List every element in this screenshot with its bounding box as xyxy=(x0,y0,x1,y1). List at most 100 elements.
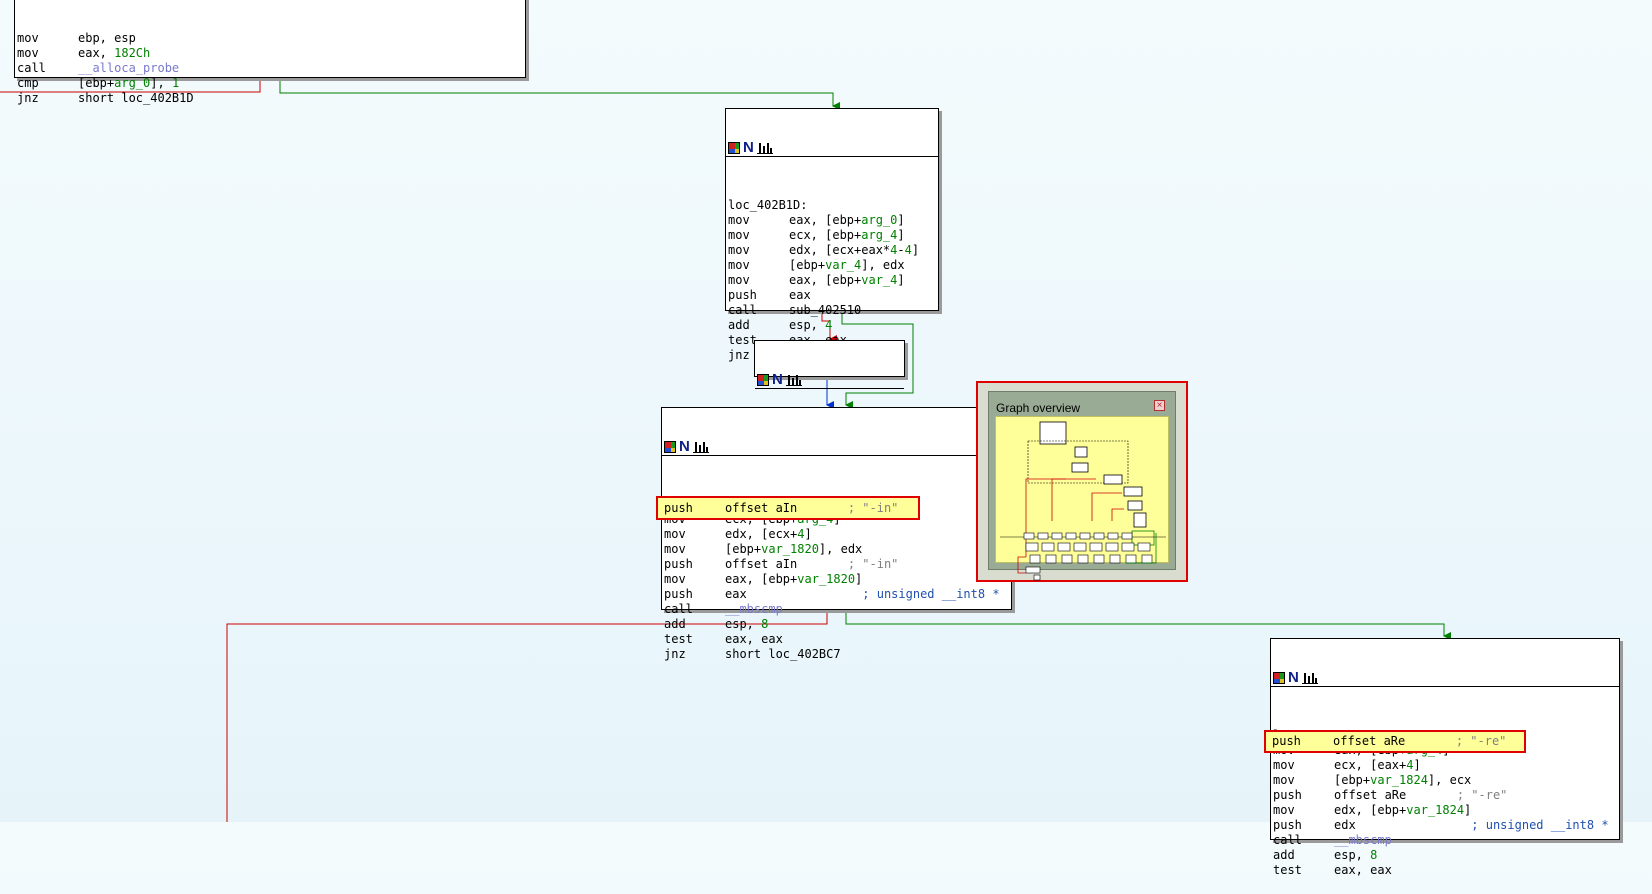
highlight-line-push-ain: push offset aIn ; "-in" xyxy=(664,501,898,516)
mnemonic: push xyxy=(1272,734,1301,748)
graph-overview-frame: Graph overview × xyxy=(988,391,1176,581)
block-group-icon[interactable] xyxy=(756,142,773,154)
operand: ] xyxy=(897,273,905,287)
instruction-line[interactable]: mov [ebp+var_1824], ecx xyxy=(1273,773,1617,788)
operand: - xyxy=(897,243,905,257)
block-color-icon[interactable] xyxy=(757,373,769,386)
operand: arg_0 xyxy=(114,76,151,90)
instruction-line[interactable]: call __alloca_probe xyxy=(17,61,523,76)
instruction-line[interactable]: mov ebp, esp xyxy=(17,31,523,46)
code-block-loc-402b1d[interactable]: N loc_402B1D: mov eax, [ebp+arg_0] mov ecx, … xyxy=(725,108,939,362)
operand: ] xyxy=(855,572,863,586)
instruction-line[interactable]: mov [ebp+var_1820], edx xyxy=(664,542,1009,557)
graph-overview-thumbnail xyxy=(1000,421,1166,581)
instruction-line[interactable]: add esp, 8 xyxy=(1273,848,1617,863)
operand: [ebp+ xyxy=(789,258,826,272)
mnemonic: test xyxy=(664,632,693,646)
operand: ] xyxy=(1413,758,1421,772)
instruction-line[interactable]: jnz short loc_402B1D xyxy=(17,91,523,106)
operand: offset aIn xyxy=(725,501,848,515)
instruction-line[interactable]: call __mbscmp xyxy=(664,602,1009,617)
operand: edx, [ecx+eax* xyxy=(789,243,891,257)
operand: eax xyxy=(789,288,811,302)
operand: eax, eax xyxy=(725,632,783,646)
code-block-call-sub-402410[interactable]: N callsub_402410 xyxy=(754,340,905,433)
mnemonic: push xyxy=(728,288,757,302)
instruction-line[interactable]: mov [ebp+var_4], edx xyxy=(728,258,936,273)
operand: esp, xyxy=(725,617,762,631)
operand: edx xyxy=(1334,818,1472,832)
instruction-line[interactable]: push offset aRe ; "-re" xyxy=(1273,788,1617,803)
block-group-icon[interactable] xyxy=(1301,672,1318,684)
instruction-line[interactable]: mov ecx, [eax+4] xyxy=(1273,758,1617,773)
mnemonic: mov xyxy=(728,213,750,227)
operand: ], xyxy=(150,76,172,90)
block-group-icon[interactable] xyxy=(692,441,709,453)
block-name-icon[interactable]: N xyxy=(1288,670,1299,685)
instruction-line[interactable]: mov ecx, [ebp+arg_4] xyxy=(728,228,936,243)
graph-overview-panel[interactable]: Graph overview × xyxy=(976,381,1188,582)
instruction-line[interactable]: call sub_402510 xyxy=(728,303,936,318)
block-name-icon[interactable]: N xyxy=(772,372,783,387)
close-icon[interactable]: × xyxy=(1154,400,1165,411)
operand: eax xyxy=(725,587,863,601)
block-name-icon[interactable]: N xyxy=(743,140,754,155)
mnemonic: mov xyxy=(17,31,39,45)
code-label[interactable]: loc_402B1D: xyxy=(728,198,936,213)
operand: ; unsigned __int8 * xyxy=(862,587,1000,601)
instruction-line[interactable]: add esp, 8 xyxy=(664,617,1009,632)
mnemonic: push xyxy=(1273,788,1302,802)
operand: var_1820 xyxy=(761,542,819,556)
instruction-line[interactable]: mov edx, [ecx+4] xyxy=(664,527,1009,542)
instruction-line[interactable]: call __mbscmp xyxy=(1273,833,1617,848)
mnemonic: mov xyxy=(1273,758,1295,772)
code-block-entry[interactable]: mov ebp, esp mov eax, 182Ch call __alloca_pro… xyxy=(14,0,526,105)
operand: [ebp+ xyxy=(725,542,762,556)
instruction-line[interactable]: mov edx, [ecx+eax*4-4] xyxy=(728,243,936,258)
operand: ] xyxy=(897,228,905,242)
block-name-icon[interactable]: N xyxy=(679,439,690,454)
instruction-line[interactable]: push offset aIn ; "-in" xyxy=(664,557,1009,572)
instruction-line[interactable]: mov eax, [ebp+arg_0] xyxy=(728,213,936,228)
operand: short loc_402B1D xyxy=(78,91,194,105)
operand: arg_0 xyxy=(861,213,898,227)
instruction-line[interactable]: mov eax, [ebp+var_4] xyxy=(728,273,936,288)
instruction-line[interactable]: push edx ; unsigned __int8 * xyxy=(1273,818,1617,833)
instruction-line[interactable]: push offset aIn ; "-in" xyxy=(664,501,898,516)
block-color-icon[interactable] xyxy=(728,141,740,154)
instruction-line[interactable]: test eax, eax xyxy=(664,632,1009,647)
operand: ], edx xyxy=(861,258,905,272)
operand: ] xyxy=(897,213,905,227)
operand: eax, [ebp+ xyxy=(789,273,862,287)
operand: ], edx xyxy=(818,542,863,556)
graph-overview-canvas[interactable] xyxy=(995,416,1169,581)
instruction-line[interactable]: cmp [ebp+arg_0], 1 xyxy=(17,76,523,91)
operand: ; "-in" xyxy=(847,557,899,571)
operand: [ebp+ xyxy=(78,76,115,90)
mnemonic: push xyxy=(664,557,693,571)
instruction-line[interactable]: push eax ; unsigned __int8 * xyxy=(664,587,1009,602)
instruction-line[interactable]: push offset aRe ; "-re" xyxy=(1272,734,1506,749)
instruction-line[interactable]: mov edx, [ebp+var_1824] xyxy=(1273,803,1617,818)
operand: eax, xyxy=(78,46,115,60)
operand: ; "-in" xyxy=(847,501,899,515)
instruction-line[interactable]: mov eax, 182Ch xyxy=(17,46,523,61)
mnemonic: call xyxy=(664,602,693,616)
mnemonic: push xyxy=(1273,818,1302,832)
operand: ecx, [eax+ xyxy=(1334,758,1407,772)
block-color-icon[interactable] xyxy=(664,440,676,453)
operand: 4 xyxy=(904,243,912,257)
instruction-line[interactable]: add esp, 4 xyxy=(728,318,936,333)
block-group-icon[interactable] xyxy=(785,374,802,386)
instruction-line[interactable]: mov eax, [ebp+var_1820] xyxy=(664,572,1009,587)
operand: var_1824 xyxy=(1406,803,1465,817)
mnemonic: push xyxy=(664,501,693,515)
instruction-line[interactable]: push eax xyxy=(728,288,936,303)
mnemonic: call xyxy=(1273,833,1302,847)
operand: ] xyxy=(804,527,812,541)
instruction-line[interactable]: jnz short loc_402BC7 xyxy=(664,647,1009,662)
operand: ; unsigned __int8 * xyxy=(1471,818,1609,832)
instruction-line[interactable]: test eax, eax xyxy=(1273,863,1617,878)
highlight-line-push-are: push offset aRe ; "-re" xyxy=(1272,734,1506,749)
block-color-icon[interactable] xyxy=(1273,671,1285,684)
